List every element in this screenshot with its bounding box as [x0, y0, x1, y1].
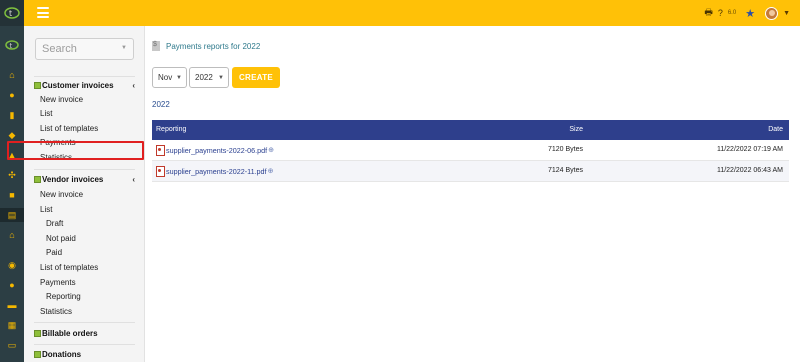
page-title: Payments reports for 2022: [152, 40, 260, 52]
file-size: 7120 Bytes: [547, 146, 583, 153]
divider: [34, 344, 135, 345]
logo-icon[interactable]: t: [0, 38, 24, 52]
bank-icon[interactable]: ⌂: [0, 228, 24, 242]
menu-head-customer-invoices[interactable]: Customer invoices ‹: [34, 79, 145, 91]
year-select-value: 2022: [195, 73, 213, 82]
chevron-down-icon[interactable]: ▼: [121, 45, 127, 51]
menu-head-label: Vendor invoices: [42, 174, 104, 184]
chevron-down-icon[interactable]: ▼: [783, 10, 790, 17]
chevron-left-icon[interactable]: ‹: [132, 81, 135, 90]
svg-text:t: t: [9, 9, 12, 18]
invoice-icon[interactable]: ▤: [0, 208, 24, 222]
page-title-text: Payments reports for 2022: [166, 41, 261, 51]
calendar-icon[interactable]: ▦: [0, 318, 24, 332]
top-bar: 🖶 ? 6.0 ★ ▼: [24, 0, 800, 26]
menu-item-not-paid[interactable]: Not paid: [46, 234, 76, 244]
invoice-icon: [34, 81, 41, 89]
divider: [34, 76, 135, 77]
main-content: Payments reports for 2022 Nov ▼ 2022 ▼ C…: [145, 26, 800, 362]
column-header-date: Date: [768, 126, 783, 133]
person-icon[interactable]: ●: [0, 278, 24, 292]
home-icon[interactable]: ⌂: [0, 68, 24, 82]
menu-item-new-invoice[interactable]: New invoice: [40, 95, 83, 105]
divider: [34, 322, 135, 323]
menu-item-list-of-templates[interactable]: List of templates: [40, 124, 98, 134]
year-select[interactable]: 2022 ▼: [189, 67, 229, 88]
printer-icon[interactable]: 🖶: [704, 5, 713, 21]
payment-document-icon: [152, 41, 160, 51]
menu-item-statistics[interactable]: Statistics: [40, 307, 72, 317]
file-link[interactable]: supplier_payments-2022-11.pdf: [166, 167, 267, 176]
menu-toggle-icon[interactable]: [37, 7, 49, 18]
menu-item-reporting[interactable]: Reporting: [46, 292, 81, 302]
table-row: supplier_payments-2022-06.pdf ⊕ 7120 Byt…: [152, 140, 789, 161]
divider: [34, 169, 135, 170]
pdf-icon: [156, 145, 165, 156]
menu-head-label: Billable orders: [42, 328, 98, 338]
star-icon[interactable]: ★: [745, 7, 755, 20]
package-icon[interactable]: ◆: [0, 128, 24, 142]
menu-head-vendor-invoices[interactable]: Vendor invoices ‹: [34, 173, 145, 185]
preview-icon[interactable]: ⊕: [268, 167, 274, 175]
chevron-down-icon: ▼: [218, 75, 224, 81]
file-link[interactable]: supplier_payments-2022-06.pdf: [166, 146, 267, 155]
chevron-down-icon: ▼: [176, 75, 182, 81]
logo-icon[interactable]: t: [0, 0, 24, 26]
table-header: Reporting Size Date: [152, 120, 789, 140]
reports-table: Reporting Size Date supplier_payments-20…: [152, 120, 789, 182]
search-icon[interactable]: ◉: [0, 258, 24, 272]
icon-rail: t t ⌂ ● ▮ ◆ ▲ ✣ ■ ▤ ⌂ ◉ ● ▬ ▦ ▭: [0, 0, 24, 362]
menu-head-donations[interactable]: Donations: [34, 348, 145, 360]
invoice-icon: [34, 329, 41, 337]
month-select[interactable]: Nov ▼: [152, 67, 187, 88]
side-menu: ▼ Customer invoices ‹ New invoice List L…: [24, 26, 145, 362]
menu-item-paid[interactable]: Paid: [46, 248, 62, 258]
file-cell: supplier_payments-2022-06.pdf ⊕: [156, 145, 274, 156]
invoice-icon: [34, 350, 41, 358]
preview-icon[interactable]: ⊕: [268, 146, 274, 154]
file-date: 11/22/2022 07:19 AM: [716, 146, 783, 153]
menu-item-list[interactable]: List: [40, 205, 52, 215]
column-header-reporting: Reporting: [156, 126, 187, 133]
help-icon[interactable]: ?: [718, 8, 723, 18]
year-link[interactable]: 2022: [152, 100, 170, 109]
menu-item-new-invoice[interactable]: New invoice: [40, 190, 83, 200]
menu-item-draft[interactable]: Draft: [46, 219, 63, 229]
menu-item-list[interactable]: List: [40, 109, 52, 119]
search-box[interactable]: ▼: [35, 38, 134, 60]
version-label: 6.0: [727, 10, 737, 16]
invoice-icon: [34, 175, 41, 183]
file-size: 7124 Bytes: [547, 167, 583, 174]
briefcase-icon[interactable]: ■: [0, 188, 24, 202]
pdf-icon: [156, 166, 165, 177]
top-right-tools: 🖶 ? 6.0 ★ ▼: [704, 5, 790, 21]
folder-icon[interactable]: ▬: [0, 298, 24, 312]
nodes-icon[interactable]: ✣: [0, 168, 24, 182]
search-input[interactable]: [36, 39, 116, 59]
table-row: supplier_payments-2022-11.pdf ⊕ 7124 Byt…: [152, 161, 789, 182]
chevron-left-icon[interactable]: ‹: [132, 175, 135, 184]
avatar[interactable]: [765, 6, 779, 20]
user-icon[interactable]: ●: [0, 88, 24, 102]
menu-item-list-of-templates[interactable]: List of templates: [40, 263, 98, 273]
month-select-value: Nov: [158, 73, 173, 82]
svg-text:t: t: [10, 42, 13, 50]
document-icon[interactable]: ▮: [0, 108, 24, 122]
column-header-size: Size: [569, 126, 583, 133]
highlight-box: [7, 141, 144, 160]
menu-head-label: Donations: [42, 349, 82, 359]
create-button[interactable]: CREATE: [232, 67, 280, 88]
card-icon[interactable]: ▭: [0, 338, 24, 352]
menu-item-payments[interactable]: Payments: [40, 278, 76, 288]
menu-head-billable-orders[interactable]: Billable orders: [34, 327, 145, 339]
file-date: 11/22/2022 06:43 AM: [716, 167, 783, 174]
file-cell: supplier_payments-2022-11.pdf ⊕: [156, 166, 274, 177]
menu-head-label: Customer invoices: [42, 80, 114, 90]
